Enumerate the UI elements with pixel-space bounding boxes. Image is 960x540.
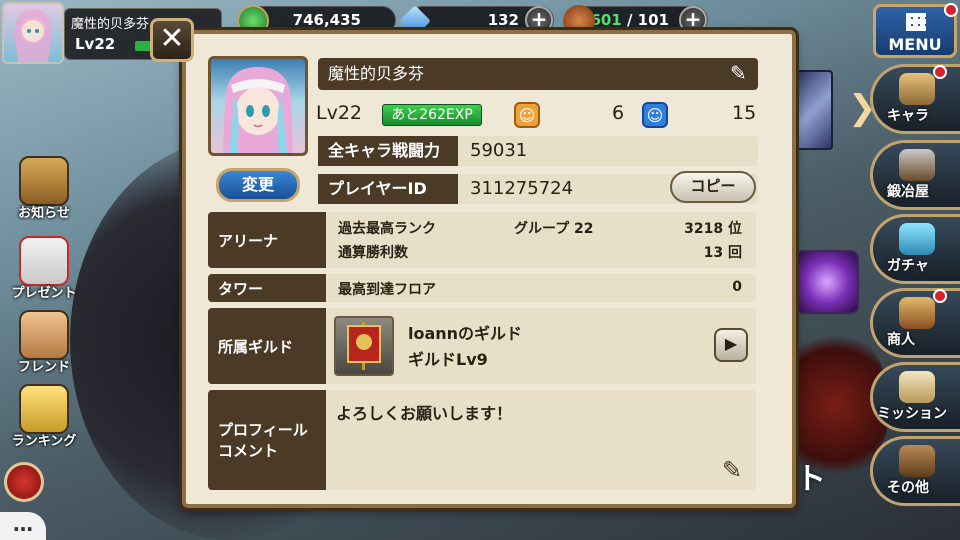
player-level: Lv22 xyxy=(75,35,116,53)
right-nav-label: キャラ xyxy=(887,108,929,124)
profile-name: 魔性的贝多芬 xyxy=(328,64,425,83)
right-nav-label: ミッション xyxy=(877,406,947,422)
gem-value: 132 xyxy=(487,11,519,29)
profile-dialog: 変更 魔性的贝多芬 ✎ Lv22 あと262EXP ☺ 6 ☺ 15 全キャラ戦… xyxy=(182,30,796,508)
right-nav-blacksmith[interactable]: 鍛冶屋 xyxy=(870,140,960,210)
player-name: 魔性的贝多芬 xyxy=(71,17,150,32)
comment-label: プロフィール コメント xyxy=(208,390,326,490)
arena-wins-label: 通算勝利数 xyxy=(338,245,408,261)
chat-button[interactable]: … xyxy=(0,512,46,540)
background-purple-orb-card xyxy=(795,250,859,314)
background-partial-text: ト xyxy=(796,462,826,497)
notification-badge xyxy=(933,65,947,79)
demon-emblem-button[interactable] xyxy=(4,462,44,502)
notification-badge xyxy=(944,3,958,17)
tower-label: タワー xyxy=(208,274,326,302)
comment-text: よろしくお願いします！ xyxy=(336,404,513,423)
right-nav-other[interactable]: その他 xyxy=(870,436,960,506)
stamina-value: 601 xyxy=(590,11,622,29)
notification-badge xyxy=(933,289,947,303)
player-avatar[interactable] xyxy=(2,2,64,64)
door-icon xyxy=(899,445,935,477)
arena-section: アリーナ 過去最高ランク グループ 22 3218 位 通算勝利数 13 回 xyxy=(208,212,756,268)
right-nav-gacha[interactable]: ガチャ xyxy=(870,214,960,284)
left-nav-label: プレゼント xyxy=(11,286,77,301)
crown-icon xyxy=(19,384,69,434)
right-nav-label: 商人 xyxy=(887,332,915,348)
left-nav-label: ランキング xyxy=(11,434,77,449)
orange-smile-icon: ☺ xyxy=(514,102,540,128)
stamina-max: / 101 xyxy=(626,11,669,29)
guild-detail-play-icon[interactable]: ▶ xyxy=(714,328,748,362)
menu-button[interactable]: MENU xyxy=(873,3,958,58)
edit-name-pencil-icon[interactable]: ✎ xyxy=(730,61,747,85)
tower-floor-value: 0 xyxy=(732,279,742,295)
arena-group-label: グループ 22 xyxy=(514,221,594,237)
gacha-icon xyxy=(899,223,935,255)
right-nav-character[interactable]: キャラ xyxy=(870,64,960,134)
profile-level: Lv22 xyxy=(316,102,363,124)
comment-label-line2: コメント xyxy=(218,442,279,460)
scroll-icon xyxy=(899,371,935,403)
blue-smile-icon: ☺ xyxy=(642,102,668,128)
stat2-value: 15 xyxy=(732,102,757,124)
gift-box-icon xyxy=(19,236,69,286)
power-value: 59031 xyxy=(458,136,758,166)
right-nav-label: 鍛冶屋 xyxy=(887,184,929,200)
menu-label: MENU xyxy=(888,35,942,54)
guild-banner-icon xyxy=(334,316,394,376)
arena-label: アリーナ xyxy=(208,212,326,268)
right-nav-label: その他 xyxy=(887,480,929,496)
left-nav-news[interactable]: お知らせ xyxy=(4,156,84,221)
stat1-value: 6 xyxy=(612,102,625,124)
left-nav-label: フレンド xyxy=(17,360,70,375)
right-nav-shop[interactable]: 商人 xyxy=(870,288,960,358)
profile-avatar xyxy=(208,56,308,156)
guild-label: 所属ギルド xyxy=(208,308,326,384)
close-button[interactable]: ✕ xyxy=(150,18,194,62)
background-weapon-card xyxy=(795,70,833,150)
handshake-icon xyxy=(19,310,69,360)
player-id-label: プレイヤーID xyxy=(318,174,458,204)
arena-best-rank-label: 過去最高ランク xyxy=(338,221,436,237)
edit-comment-pencil-icon[interactable]: ✎ xyxy=(722,456,742,484)
right-nav-label: ガチャ xyxy=(887,258,929,274)
guild-name: loannのギルド xyxy=(408,324,523,343)
tower-section: タワー 最高到達フロア 0 xyxy=(208,274,756,302)
guild-level: ギルドLv9 xyxy=(408,350,488,369)
right-nav-mission[interactable]: ミッション xyxy=(870,362,960,432)
left-nav-present[interactable]: プレゼント xyxy=(4,236,84,301)
copy-id-button[interactable]: コピー xyxy=(670,171,756,203)
anvil-icon xyxy=(899,149,935,181)
left-nav-ranking[interactable]: ランキング xyxy=(4,384,84,449)
shop-icon xyxy=(899,297,935,329)
comment-section: プロフィール コメント よろしくお願いします！ ✎ xyxy=(208,390,756,490)
guild-section: 所属ギルド loannのギルド ギルドLv9 ▶ xyxy=(208,308,756,384)
character-icon xyxy=(899,73,935,105)
arena-wins-value: 13 回 xyxy=(703,245,742,261)
gold-value: 746,435 xyxy=(292,11,361,29)
player-name-bar: 魔性的贝多芬 xyxy=(318,58,758,90)
tower-floor-label: 最高到達フロア xyxy=(338,282,436,298)
comment-label-line1: プロフィール xyxy=(218,421,308,439)
left-nav-friend[interactable]: フレンド xyxy=(4,310,84,375)
notice-board-icon xyxy=(19,156,69,206)
change-avatar-button[interactable]: 変更 xyxy=(216,168,300,202)
power-label: 全キャラ戦闘力 xyxy=(318,136,458,166)
exp-remaining-badge: あと262EXP xyxy=(382,104,482,126)
left-nav-label: お知らせ xyxy=(18,206,70,221)
arena-rank-value: 3218 位 xyxy=(684,221,742,237)
grid-icon xyxy=(906,13,926,31)
